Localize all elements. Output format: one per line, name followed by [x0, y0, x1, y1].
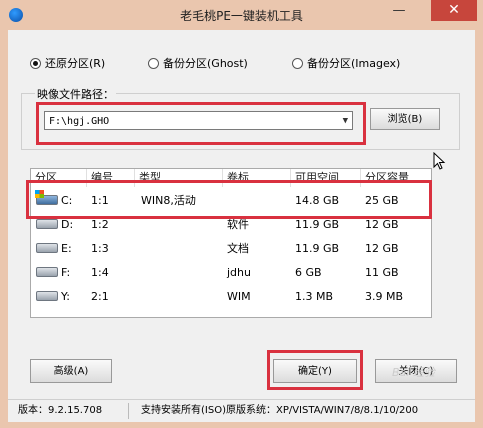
table-row[interactable]: Y: 2:1 WIM 1.3 MB 3.9 MB: [31, 285, 431, 308]
cell-free: 6 GB: [295, 266, 322, 279]
minimize-button[interactable]: —: [388, 2, 410, 20]
disk-icon: [36, 219, 58, 229]
radio-backup-imagex[interactable]: 备份分区(Imagex): [292, 55, 400, 71]
cell-label: jdhu: [227, 266, 251, 279]
cell-number: 1:4: [91, 266, 109, 279]
cell-label: 文档: [227, 242, 249, 255]
cell-number: 1:3: [91, 242, 109, 255]
radio-restore[interactable]: 还原分区(R): [30, 55, 105, 71]
highlight-confirm-box: [267, 350, 363, 390]
table-row[interactable]: F: 1:4 jdhu 6 GB 11 GB: [31, 261, 431, 284]
close-window-button[interactable]: ✕: [431, 0, 477, 21]
disk-icon: [36, 267, 58, 277]
cell-free: 1.3 MB: [295, 290, 334, 303]
radio-label-backup-imagex: 备份分区(Imagex): [307, 57, 401, 70]
radio-indicator[interactable]: [30, 57, 41, 69]
image-path-label: 映像文件路径：: [35, 86, 116, 102]
title-bar[interactable]: 老毛桃PE一键装机工具 — ✕: [0, 0, 483, 30]
radio-indicator[interactable]: [292, 57, 303, 69]
highlight-row-box: [26, 180, 432, 219]
watermark: Bai 经验: [392, 366, 435, 379]
cell-size: 3.9 MB: [365, 290, 404, 303]
window-title: 老毛桃PE一键装机工具: [180, 9, 303, 23]
cell-size: 11 GB: [365, 266, 399, 279]
supported-systems-text: 支持安装所有(ISO)原版系统：XP/VISTA/WIN7/8/8.1/10/2…: [141, 405, 419, 416]
disk-icon: [36, 291, 58, 301]
radio-label-restore: 还原分区(R): [45, 57, 106, 70]
disk-icon: [36, 243, 58, 253]
browse-button[interactable]: 浏览(B): [370, 108, 440, 130]
cell-number: 2:1: [91, 290, 109, 303]
cell-size: 12 GB: [365, 242, 399, 255]
status-bar: 版本：9.2.15.708 支持安装所有(ISO)原版系统：XP/VISTA/W…: [8, 399, 475, 422]
cell-label: WIM: [227, 290, 251, 303]
mouse-cursor-icon: [433, 152, 446, 170]
table-row[interactable]: E: 1:3 文档 11.9 GB 12 GB: [31, 237, 431, 260]
version-text: 版本：9.2.15.708: [18, 405, 103, 416]
radio-backup-ghost[interactable]: 备份分区(Ghost): [148, 55, 248, 71]
radio-label-backup-ghost: 备份分区(Ghost): [163, 57, 248, 70]
highlight-path-box: [36, 102, 366, 145]
cell-free: 11.9 GB: [295, 242, 340, 255]
status-divider: [128, 403, 129, 419]
cell-drive: E:: [61, 242, 72, 255]
cell-drive: F:: [61, 266, 71, 279]
advanced-button[interactable]: 高级(A): [30, 359, 112, 383]
radio-indicator[interactable]: [148, 57, 159, 69]
cell-drive: Y:: [61, 290, 70, 303]
